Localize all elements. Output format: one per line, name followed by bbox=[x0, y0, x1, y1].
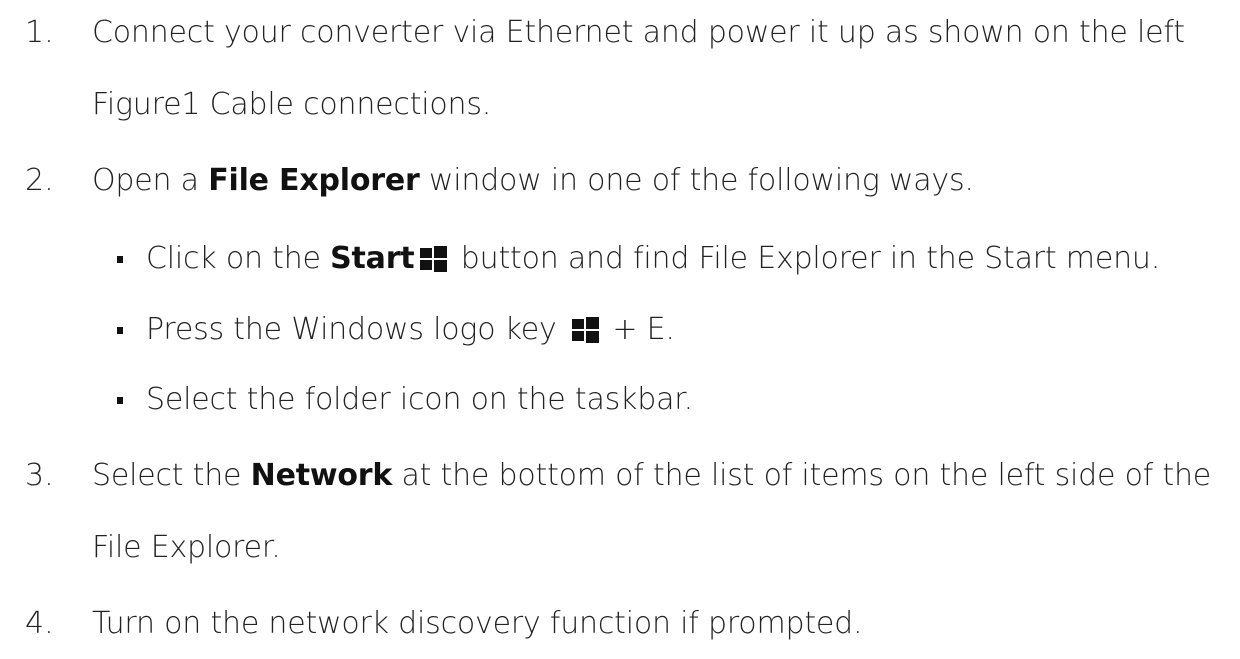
windows-logo-icon bbox=[420, 246, 448, 272]
bullet-1-prefix: Click on the bbox=[146, 241, 331, 276]
bullet-1-text: Click on the Start button and find File … bbox=[146, 241, 1160, 277]
bullet-2-prefix: Press the Windows logo key bbox=[146, 312, 557, 347]
bullet-2-suffix: + E. bbox=[612, 312, 675, 347]
step-3-number: 3. bbox=[25, 458, 54, 493]
step-3-suffix: at the bottom of the list of items on th… bbox=[392, 458, 1212, 493]
instruction-document: 1. Connect your converter via Ethernet a… bbox=[0, 0, 1240, 659]
step-3-text-line2: File Explorer. bbox=[92, 530, 281, 565]
step-3-prefix: Select the bbox=[92, 458, 251, 493]
step-2-prefix: Open a bbox=[92, 163, 209, 198]
step-2-text: Open a File Explorer window in one of th… bbox=[92, 163, 974, 199]
bullet-2-text: Press the Windows logo key + E. bbox=[146, 312, 675, 348]
bullet-marker bbox=[117, 327, 123, 334]
network-label: Network bbox=[250, 458, 393, 493]
step-2-number: 2. bbox=[25, 163, 54, 198]
start-label: Start bbox=[330, 241, 415, 276]
step-2-suffix: window in one of the following ways. bbox=[419, 163, 974, 198]
step-1-text-line2: Figure1 Cable connections. bbox=[92, 87, 492, 122]
step-3-text-line1: Select the Network at the bottom of the … bbox=[92, 458, 1211, 494]
windows-logo-icon bbox=[571, 317, 599, 343]
step-4-number: 4. bbox=[25, 606, 54, 641]
step-1-text-line1: Connect your converter via Ethernet and … bbox=[92, 15, 1185, 50]
step-4-text: Turn on the network discovery function i… bbox=[92, 606, 863, 641]
bullet-marker bbox=[117, 397, 123, 404]
bullet-3-text: Select the folder icon on the taskbar. bbox=[146, 382, 693, 417]
bullet-1-suffix: button and find File Explorer in the Sta… bbox=[460, 241, 1161, 276]
file-explorer-label: File Explorer bbox=[208, 163, 420, 198]
step-1-number: 1. bbox=[25, 15, 54, 50]
bullet-marker bbox=[117, 256, 123, 263]
